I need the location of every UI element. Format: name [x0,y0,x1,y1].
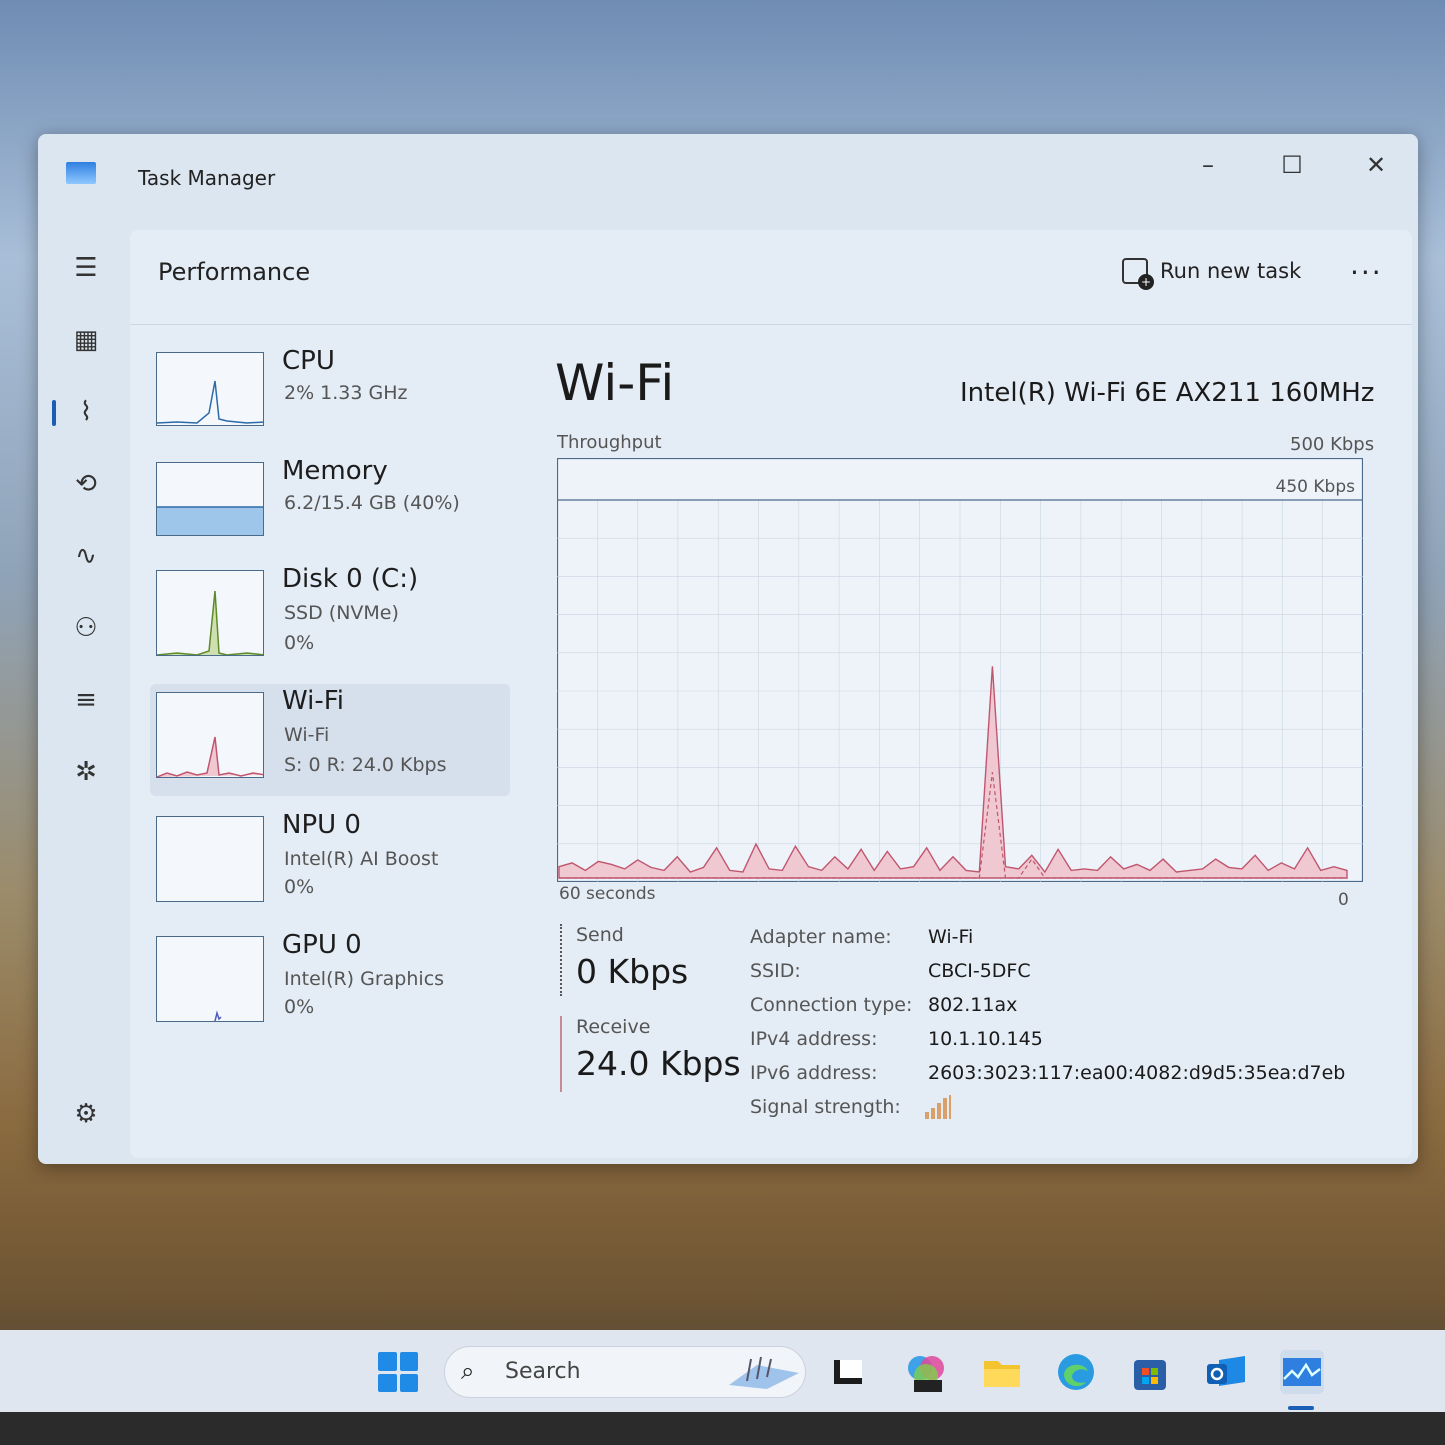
resource-throughput: S: 0 R: 24.0 Kbps [284,754,447,776]
taskbar-search[interactable]: ⌕ Search [444,1346,806,1398]
menu-icon[interactable]: ☰ [66,248,106,288]
left-navigation: ☰ ▦ ⌇ ⟲ ∿ ⚇ ≡ ✲ ⚙ [38,224,130,1154]
resource-item-wifi[interactable]: Wi-Fi Wi-Fi S: 0 R: 24.0 Kbps [150,684,510,796]
property-key: Adapter name: [750,926,892,948]
run-new-task-button[interactable]: Run new task [1122,258,1302,290]
adapter-model: Intel(R) Wi-Fi 6E AX211 160MHz [960,378,1375,408]
search-placeholder: Search [505,1359,581,1384]
resource-detail: Wi-Fi [284,724,330,746]
send-value: 0 Kbps [576,952,689,991]
run-task-icon [1122,258,1154,290]
search-highlight-icon [729,1356,799,1389]
throughput-label: Throughput [557,432,662,453]
folder-icon[interactable] [980,1350,1024,1394]
graph-time-zero: 0 [1338,890,1349,910]
disk-thumbnail-graph [156,570,264,656]
history-icon[interactable]: ⟲ [66,464,106,504]
resource-item-npu[interactable]: NPU 0 Intel(R) AI Boost 0% [150,808,510,920]
resource-detail: 2% 1.33 GHz [284,382,408,404]
page-title: Performance [158,258,311,286]
send-stat: Send 0 Kbps [560,924,688,996]
resource-detail: 6.2/15.4 GB (40%) [284,492,460,514]
property-value: Wi-Fi [928,926,974,948]
property-value: 2603:3023:117:ea00:4082:d9d5:35ea:d7eb [928,1062,1346,1084]
receive-stat: Receive 24.0 Kbps [560,1016,741,1092]
performance-icon[interactable]: ⌇ [52,392,106,432]
task-manager-app-icon [66,162,96,184]
resource-item-cpu[interactable]: CPU 2% 1.33 GHz [150,344,510,456]
resource-item-gpu[interactable]: GPU 0 Intel(R) Graphics 0% [150,928,510,1040]
signal-strength-icon [925,1095,951,1119]
send-label: Send [576,924,624,946]
resource-utilization: 0% [284,632,315,654]
resource-item-disk[interactable]: Disk 0 (C:) SSD (NVMe) 0% [150,562,510,674]
terminal-icon[interactable] [826,1350,870,1394]
window-title: Task Manager [138,166,276,190]
windows-logo-tile [378,1373,397,1392]
m365-icon[interactable] [904,1350,948,1394]
title-bar[interactable]: Task Manager – ☐ ✕ [38,134,1418,224]
receive-label: Receive [576,1016,651,1038]
search-icon: ⌕ [461,1357,475,1385]
outlook-icon[interactable] [1204,1350,1248,1394]
start-button[interactable] [378,1352,418,1392]
users-icon[interactable]: ⚇ [66,608,106,648]
receive-value: 24.0 Kbps [576,1044,741,1083]
resource-name: CPU [282,346,335,376]
graph-grid [557,500,1363,882]
active-app-indicator [1288,1406,1314,1410]
cpu-thumbnail-graph [156,352,264,426]
property-key: SSID: [750,960,801,982]
resource-name: GPU 0 [282,930,362,960]
resource-detail: SSD (NVMe) [284,602,399,624]
resource-name: Wi-Fi [282,686,345,716]
resource-name: Disk 0 (C:) [282,564,419,594]
maximize-button[interactable]: ☐ [1262,148,1322,182]
resource-detail: Intel(R) AI Boost [284,848,439,870]
property-key: Connection type: [750,994,913,1016]
resource-detail: Intel(R) Graphics [284,968,445,990]
minimize-button[interactable]: – [1178,148,1238,182]
resource-utilization: 0% [284,876,315,898]
property-key: IPv6 address: [750,1062,878,1084]
resource-utilization: 0% [284,996,315,1018]
edge-icon[interactable] [1054,1350,1098,1394]
wifi-thumbnail-graph [156,692,264,778]
windows-logo-tile [399,1352,418,1371]
task-manager-window: Task Manager – ☐ ✕ ☰ ▦ ⌇ ⟲ ∿ ⚇ ≡ ✲ ⚙ Per… [38,134,1418,1164]
settings-icon[interactable]: ⚙ [66,1094,106,1134]
gpu-thumbnail-graph [156,936,264,1022]
details-icon[interactable]: ≡ [66,680,106,720]
monitor-bezel [0,1412,1445,1445]
graph-time-span: 60 seconds [559,884,656,904]
memory-thumbnail-graph [156,462,264,536]
close-button[interactable]: ✕ [1346,148,1406,182]
property-value: 10.1.10.145 [928,1028,1043,1050]
windows-logo-tile [399,1373,418,1392]
property-value: CBCI-5DFC [928,960,1031,982]
performance-panel: Performance Run new task ··· CPU 2% 1.33… [130,230,1412,1158]
scale-label: 450 Kbps [1276,477,1356,497]
property-key: IPv4 address: [750,1028,878,1050]
resource-name: NPU 0 [282,810,361,840]
startup-icon[interactable]: ∿ [66,536,106,576]
max-throughput-label: 500 Kbps [1290,434,1375,455]
run-new-task-label: Run new task [1160,259,1302,283]
property-value: 802.11ax [928,994,1018,1016]
more-options-button[interactable]: ··· [1350,256,1383,289]
services-icon[interactable]: ✲ [66,752,106,792]
header-divider [130,324,1412,325]
taskbar: ⌕ Search [0,1330,1445,1412]
throughput-graph: 450 Kbps [557,458,1363,882]
store-icon[interactable] [1128,1350,1172,1394]
detail-title: Wi-Fi [555,354,675,412]
npu-thumbnail-graph [156,816,264,902]
resource-name: Memory [282,456,388,486]
resource-item-memory[interactable]: Memory 6.2/15.4 GB (40%) [150,454,510,566]
task-manager-taskbar-icon[interactable] [1280,1350,1324,1394]
windows-logo-tile [378,1352,397,1371]
property-key: Signal strength: [750,1096,901,1118]
processes-icon[interactable]: ▦ [66,320,106,360]
